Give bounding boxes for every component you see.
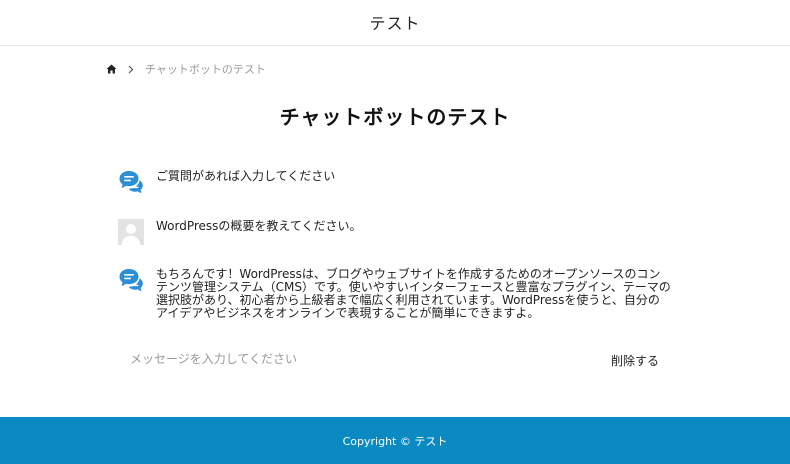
message-text: もちろんです！WordPressは、ブログやウェブサイトを作成するためのオープン… [156, 267, 671, 320]
chat-message-user: WordPressの概要を教えてください。 [118, 219, 671, 245]
chat-message-bot: もちろんです！WordPressは、ブログやウェブサイトを作成するためのオープン… [118, 267, 671, 320]
message-input[interactable] [118, 347, 530, 371]
breadcrumb-current: チャットボットのテスト [145, 63, 266, 76]
chat-bubbles-icon [118, 267, 144, 293]
chat-input-row: 削除する [118, 345, 678, 373]
chat-bubbles-icon [118, 169, 144, 195]
delete-button[interactable]: 削除する [611, 352, 659, 369]
breadcrumb: チャットボットのテスト [106, 61, 266, 77]
page-title: チャットボットのテスト [279, 105, 511, 129]
site-footer: Copyright © テスト [0, 417, 790, 464]
copyright-text: Copyright © テスト [342, 434, 448, 448]
chat-message-bot: ご質問があれば入力してください [118, 169, 671, 195]
message-text: ご質問があれば入力してください [156, 169, 336, 183]
site-title[interactable]: テスト [369, 10, 420, 34]
chevron-right-icon [128, 65, 134, 74]
home-icon[interactable] [106, 64, 117, 74]
user-avatar-icon [118, 219, 144, 245]
message-text: WordPressの概要を教えてください。 [156, 219, 362, 233]
site-header: テスト [0, 0, 790, 46]
